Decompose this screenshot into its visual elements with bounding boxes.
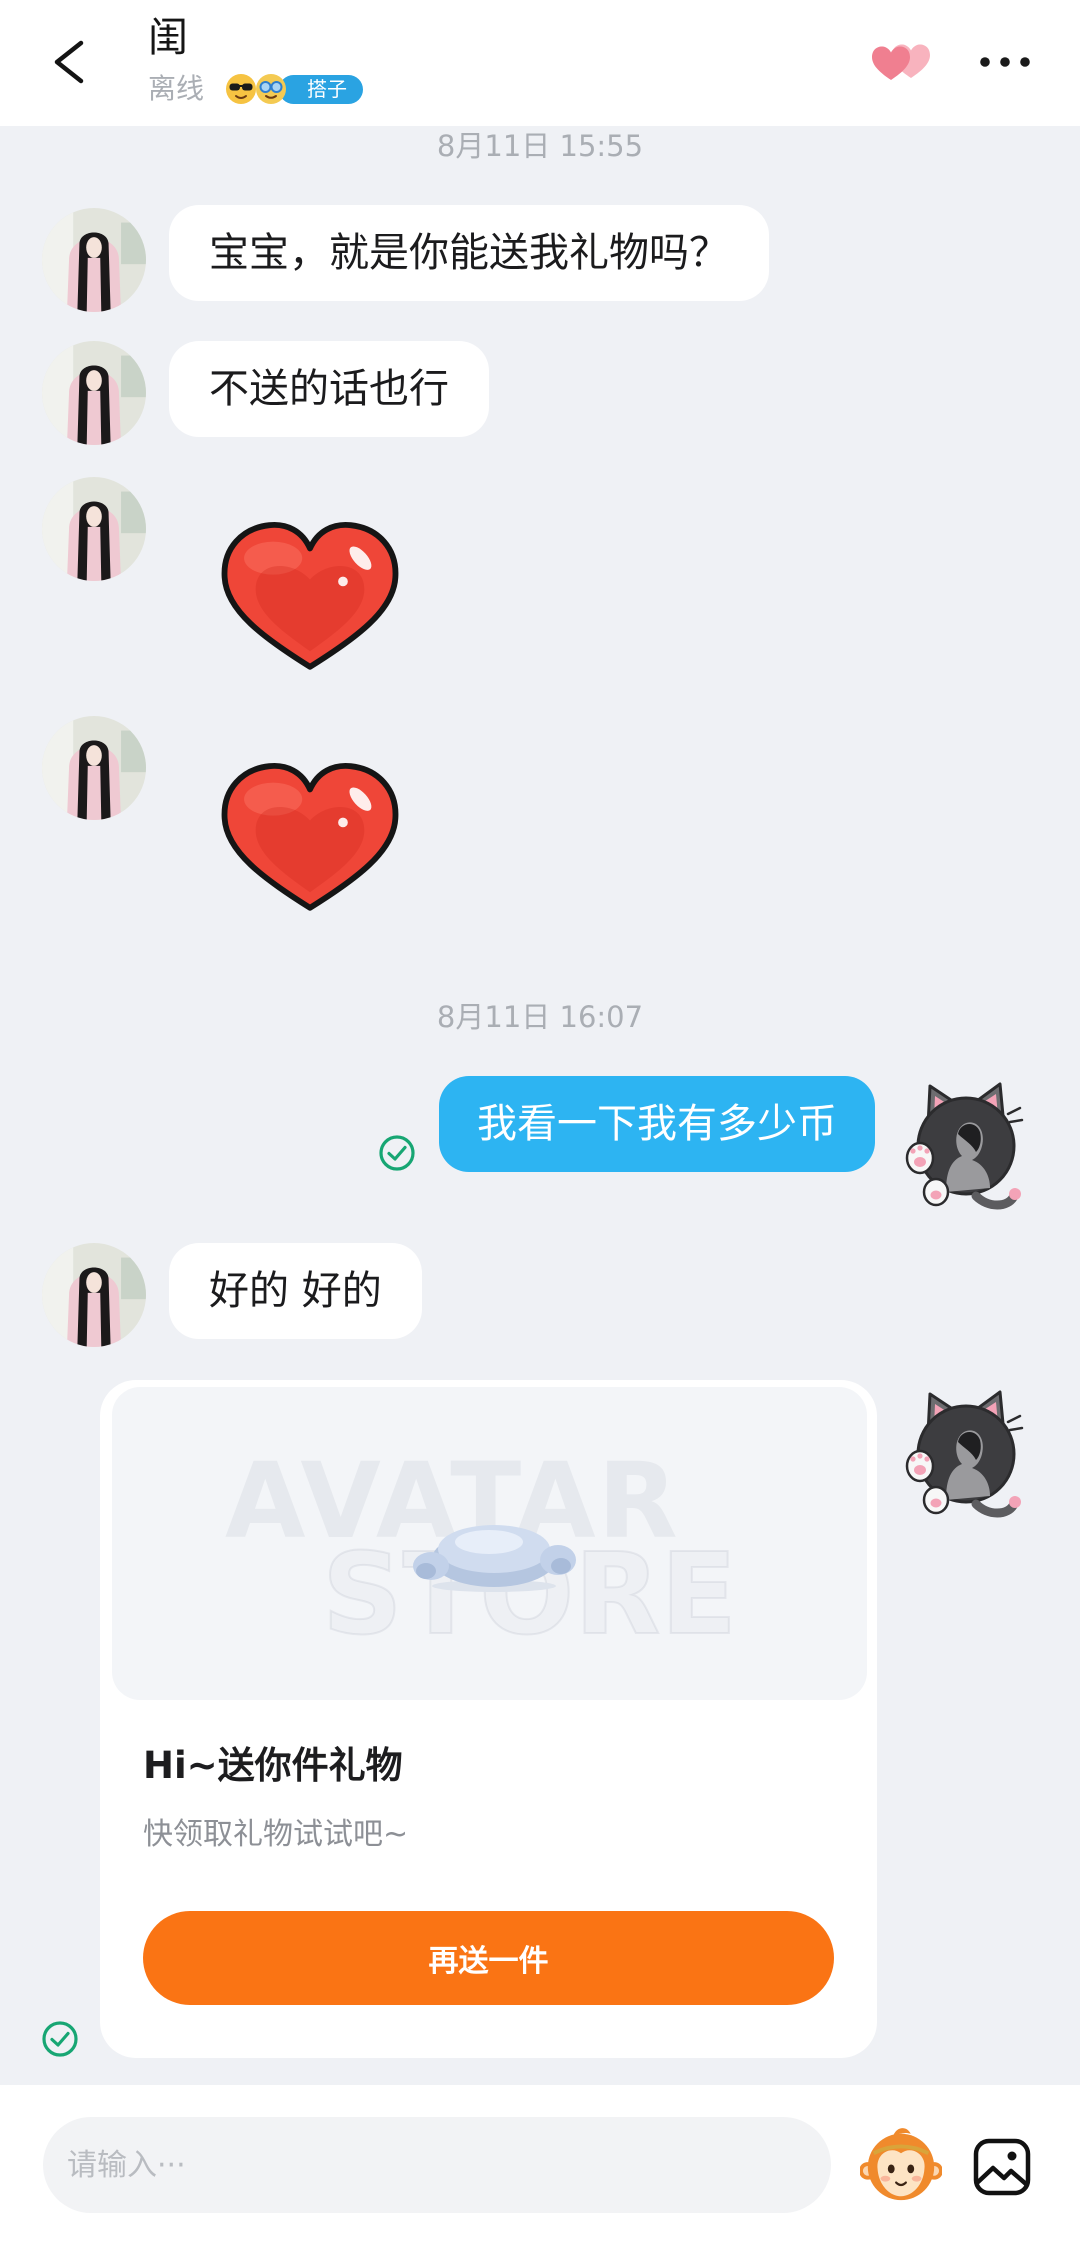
chevron-left-icon <box>54 40 84 84</box>
contact-name[interactable]: 闺 <box>148 14 188 62</box>
monkey-face-icon <box>859 2128 943 2201</box>
my-avatar[interactable] <box>902 1382 1026 1520</box>
gift-image: AVATAR STORE <box>112 1387 867 1700</box>
online-status: 离线 <box>148 72 205 105</box>
red-heart-sticker <box>213 517 407 675</box>
blue-plush-toy-icon <box>413 1525 576 1592</box>
contact-avatar[interactable] <box>42 716 146 820</box>
message-bubble: 宝宝，就是你能送我礼物吗？ <box>169 205 769 301</box>
glasses-emoji-icon <box>256 74 286 104</box>
gift-subtitle: 快领取礼物试试吧~ <box>143 1817 409 1852</box>
gift-title: Hi~送你件礼物 <box>143 1744 403 1787</box>
message-timestamp: 8月11日 16:07 <box>436 1000 644 1034</box>
gift-card[interactable]: AVATAR STORE Hi~送你件礼物 快领取礼物试试吧~ 再送一件 <box>100 1380 877 2058</box>
relationship-badge[interactable]: 搭子 <box>279 75 363 104</box>
image-icon <box>973 2138 1031 2196</box>
red-heart-sticker <box>213 758 407 916</box>
message-timestamp: 8月11日 15:55 <box>436 129 644 163</box>
outgoing-message-row: 我看一下我有多少币 <box>378 1076 875 1172</box>
emoji-button[interactable] <box>859 2124 943 2206</box>
message-bubble: 不送的话也行 <box>169 341 489 437</box>
image-button[interactable] <box>973 2138 1031 2196</box>
contact-avatar[interactable] <box>42 1243 146 1347</box>
chat-header: 闺 离线 搭子 <box>0 0 1080 126</box>
my-avatar[interactable] <box>902 1074 1026 1212</box>
contact-photo-avatar-icon <box>42 477 146 581</box>
contact-avatar[interactable] <box>42 341 146 445</box>
contact-photo-avatar-icon <box>42 1243 146 1347</box>
more-dots-icon <box>980 57 1030 67</box>
sunglasses-emoji-icon <box>226 74 256 104</box>
delivered-check-icon <box>42 2021 78 2057</box>
delivered-check-icon <box>379 1135 415 1171</box>
contact-photo-avatar-icon <box>42 716 146 820</box>
back-button[interactable] <box>47 38 87 86</box>
send-again-button[interactable]: 再送一件 <box>143 1911 834 2005</box>
contact-photo-avatar-icon <box>42 208 146 312</box>
cat-frame-avatar-icon <box>902 1382 1026 1520</box>
badge-label: 搭子 <box>307 77 347 101</box>
message-composer <box>0 2085 1080 2249</box>
contact-avatar[interactable] <box>42 208 146 312</box>
contact-avatar[interactable] <box>42 477 146 581</box>
message-input[interactable] <box>43 2117 831 2213</box>
double-heart-icon <box>872 44 930 80</box>
message-bubble: 好的 好的 <box>169 1243 422 1339</box>
cat-frame-avatar-icon <box>902 1074 1026 1212</box>
contact-photo-avatar-icon <box>42 341 146 445</box>
intimacy-button[interactable] <box>870 42 932 82</box>
more-button[interactable] <box>978 52 1032 72</box>
message-bubble: 我看一下我有多少币 <box>439 1076 875 1172</box>
